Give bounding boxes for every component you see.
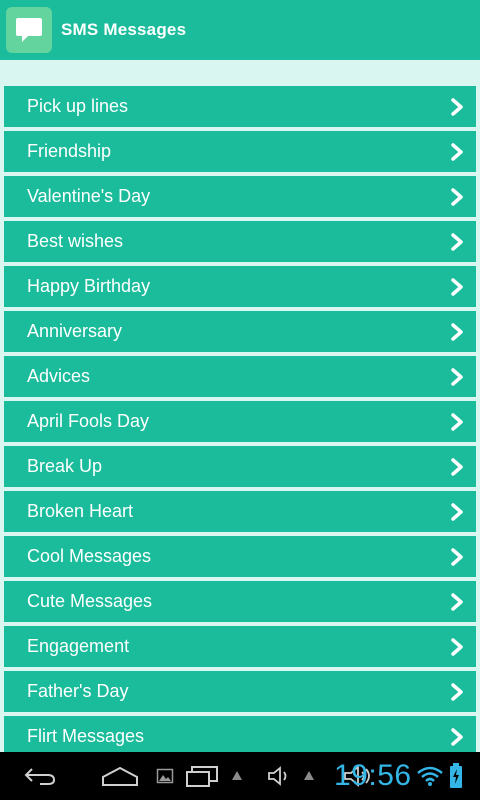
speech-bubble-icon (6, 7, 52, 53)
list-item-label: Happy Birthday (27, 276, 151, 296)
list-item-label: Flirt Messages (27, 726, 145, 746)
list-item-label: April Fools Day (27, 411, 150, 431)
wifi-icon (416, 765, 444, 787)
battery-icon (448, 762, 464, 790)
list-item[interactable]: Broken Heart (4, 491, 476, 532)
chevron-right-icon (450, 412, 464, 431)
chevron-right-icon (450, 232, 464, 251)
back-icon[interactable] (22, 764, 58, 788)
chevron-right-icon (450, 637, 464, 656)
volume-down-icon[interactable] (266, 765, 294, 787)
list-item-label: Friendship (27, 141, 112, 161)
chevron-right-icon (450, 457, 464, 476)
chevron-right-icon (450, 727, 464, 746)
list-item-label: Best wishes (27, 231, 124, 251)
chevron-right-icon (450, 142, 464, 161)
list-item-label: Advices (27, 366, 91, 386)
list-item-label: Broken Heart (27, 501, 134, 521)
list-item-label: Valentine's Day (27, 186, 151, 206)
caret-up-icon (302, 768, 316, 782)
status-clock: 19:56 (334, 759, 412, 792)
list-item[interactable]: Friendship (4, 131, 476, 172)
list-item[interactable]: Cool Messages (4, 536, 476, 577)
list-item[interactable]: Advices (4, 356, 476, 397)
list-item[interactable]: Anniversary (4, 311, 476, 352)
chevron-right-icon (450, 682, 464, 701)
app-bar: SMS Messages (0, 0, 480, 60)
list-item-label: Break Up (27, 456, 103, 476)
chevron-right-icon (450, 277, 464, 296)
chevron-right-icon (450, 502, 464, 521)
list-item[interactable]: Cute Messages (4, 581, 476, 622)
list-item[interactable]: Valentine's Day (4, 176, 476, 217)
chevron-right-icon (450, 187, 464, 206)
home-icon[interactable] (100, 764, 140, 788)
list-item[interactable]: April Fools Day (4, 401, 476, 442)
list-item[interactable]: Best wishes (4, 221, 476, 262)
chevron-right-icon (450, 547, 464, 566)
list-item[interactable]: Engagement (4, 626, 476, 667)
list-item-label: Cute Messages (27, 591, 153, 611)
category-list: Pick up lines Friendship Valentine's Day… (4, 86, 476, 761)
list-item-label: Pick up lines (27, 96, 129, 116)
screenshot-icon[interactable] (156, 767, 174, 785)
list-item-label: Father's Day (27, 681, 129, 701)
list-item-label: Cool Messages (27, 546, 152, 566)
list-item[interactable]: Break Up (4, 446, 476, 487)
app-title: SMS Messages (61, 20, 187, 39)
list-item[interactable]: Father's Day (4, 671, 476, 712)
chevron-right-icon (450, 322, 464, 341)
system-nav-bar: 19:56 (0, 752, 480, 800)
list-item-label: Anniversary (27, 321, 123, 341)
caret-up-icon (230, 768, 244, 782)
chevron-right-icon (450, 97, 464, 116)
list-item[interactable]: Flirt Messages (4, 716, 476, 757)
list-item[interactable]: Pick up lines (4, 86, 476, 127)
chevron-right-icon (450, 592, 464, 611)
chevron-right-icon (450, 367, 464, 386)
list-item-label: Engagement (27, 636, 130, 656)
recent-apps-icon[interactable] (184, 764, 220, 788)
list-item[interactable]: Happy Birthday (4, 266, 476, 307)
